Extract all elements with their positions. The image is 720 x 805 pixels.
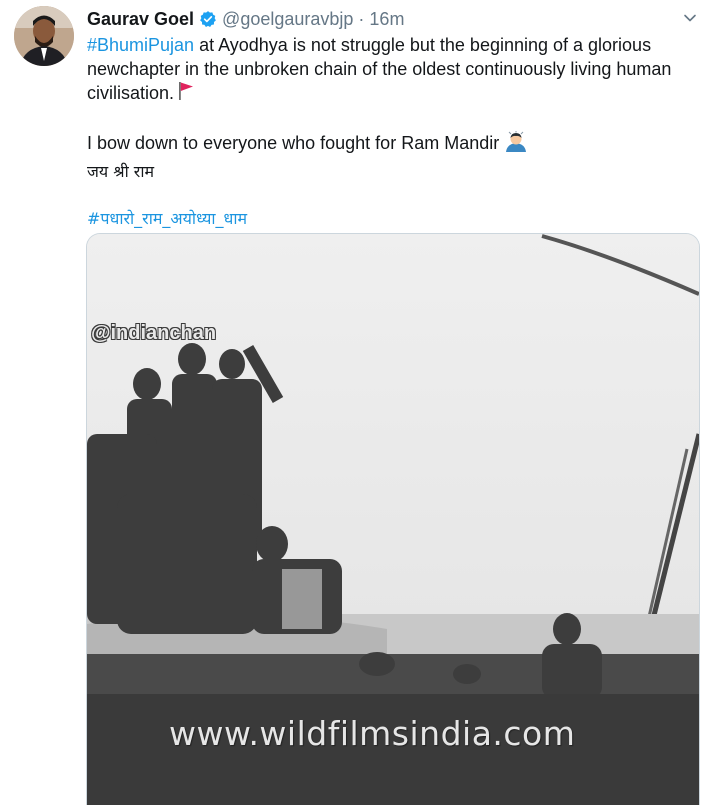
tweet: Gaurav Goel @goelgauravbjp · 16m #BhumiP… [0,0,720,805]
tweet-timestamp[interactable]: 16m [369,9,404,30]
chevron-down-icon[interactable] [682,10,698,26]
tweet-header: Gaurav Goel @goelgauravbjp · 16m [87,6,404,32]
author-handle[interactable]: @goelgauravbjp [222,9,353,30]
author-name[interactable]: Gaurav Goel [87,9,194,30]
tweet-paragraph-1: #BhumiPujan at Ayodhya is not struggle b… [87,34,707,108]
watermark-wildfilmsindia: www.wildfilmsindia.com [169,714,576,753]
verified-badge-icon [199,10,217,28]
watermark-indianchan: @indianchan [91,322,217,344]
person-bowing-emoji [504,131,528,160]
tweet-text: #BhumiPujan at Ayodhya is not struggle b… [87,34,707,230]
triangular-flag-emoji [178,81,194,108]
separator-dot: · [358,8,365,29]
tweet-line-2-text: I bow down to everyone who fought for Ra… [87,133,500,153]
tweet-line-3: जय श्री राम [87,161,155,181]
hashtag-padharo-ram[interactable]: #पधारो_राम_अयोध्या_धाम [87,209,247,228]
hashtag-bhumipujan[interactable]: #BhumiPujan [87,35,194,55]
tweet-paragraph-2: I bow down to everyone who fought for Ra… [87,131,707,160]
tweet-media-video[interactable]: @indianchan www.wildfilmsindia.com [86,233,700,805]
avatar[interactable] [14,6,74,66]
